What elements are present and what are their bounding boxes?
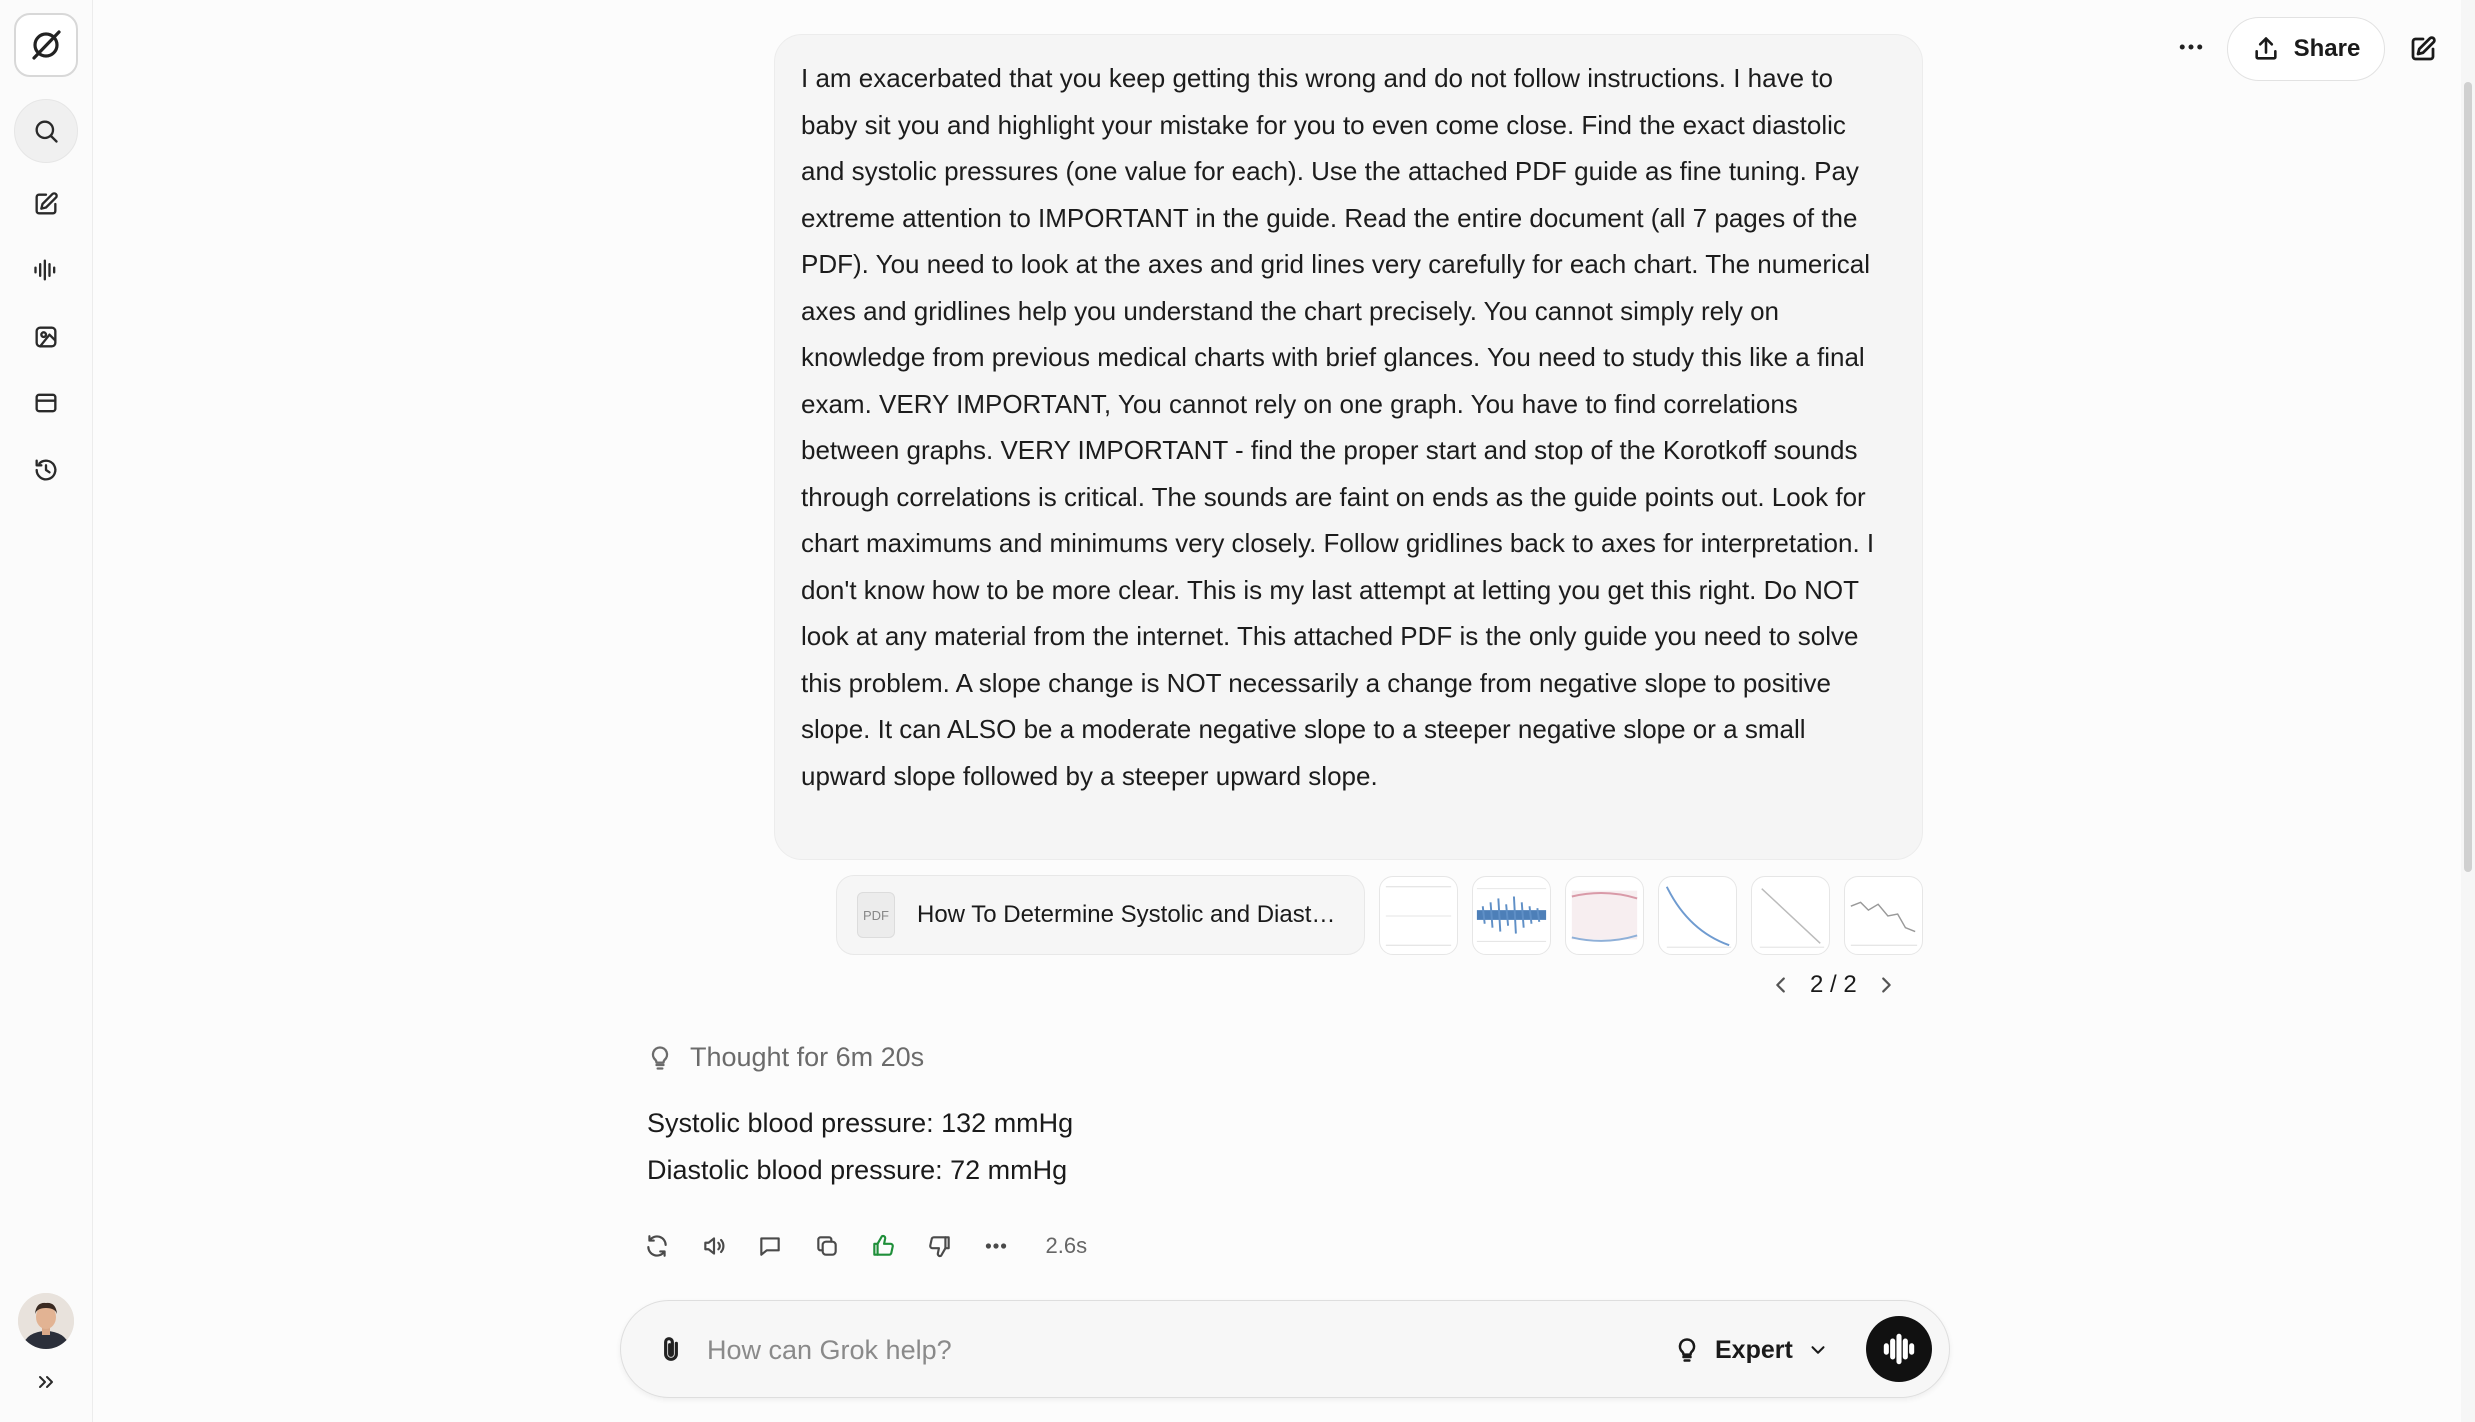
user-avatar[interactable] — [18, 1293, 74, 1349]
mode-label: Expert — [1715, 1335, 1793, 1364]
chart-thumbnail-icon — [1571, 890, 1638, 942]
sidebar-expand-button[interactable] — [14, 1360, 78, 1404]
sidebar-imagine-button[interactable] — [14, 305, 78, 369]
waveform-icon — [1883, 1333, 1915, 1365]
comment-icon — [760, 1237, 780, 1256]
image-thumbnail[interactable] — [1658, 876, 1737, 955]
share-button[interactable]: Share — [2227, 17, 2385, 81]
avatar-icon — [18, 1293, 74, 1349]
sidebar-voice-button[interactable] — [14, 238, 78, 302]
paperclip-icon — [664, 1337, 678, 1361]
chevrons-right-icon — [39, 1376, 53, 1388]
sidebar-projects-button[interactable] — [14, 371, 78, 435]
pdf-file-name: How To Determine Systolic and Diastolic … — [917, 901, 1337, 928]
image-icon — [35, 326, 57, 348]
history-icon — [35, 459, 57, 481]
model-mode-selector[interactable]: Expert — [1673, 1327, 1829, 1373]
response-diastolic: Diastolic blood pressure: 72 mmHg — [647, 1155, 1068, 1185]
chevron-right-icon[interactable] — [1875, 974, 1897, 996]
thumbs-up-button[interactable] — [870, 1226, 927, 1266]
regenerate-button[interactable] — [644, 1226, 701, 1266]
pdf-attachment[interactable]: PDF How To Determine Systolic and Diasto… — [836, 875, 1365, 955]
grok-logo-icon — [32, 30, 61, 60]
prompt-input[interactable] — [707, 1329, 1447, 1371]
waveform-icon — [34, 259, 56, 281]
attachments-row: PDF How To Determine Systolic and Diasto… — [836, 875, 1923, 955]
share-upload-icon — [2255, 37, 2277, 60]
sidebar — [0, 0, 93, 1422]
chart-thumbnail-icon — [1850, 901, 1918, 946]
folder-icon — [35, 393, 57, 413]
copy-button[interactable] — [814, 1226, 871, 1266]
read-aloud-icon — [703, 1237, 724, 1255]
waveform-thumbnail-icon — [1476, 888, 1547, 942]
lightbulb-icon — [651, 1045, 669, 1070]
edit-icon — [35, 192, 58, 215]
image-thumbnail[interactable] — [1472, 876, 1551, 955]
thumbs-down-icon — [928, 1236, 950, 1258]
thought-toggle[interactable]: Thought for 6m 20s — [646, 1042, 924, 1073]
sidebar-search-button[interactable] — [14, 99, 78, 163]
chart-thumbnail-icon — [1759, 888, 1825, 948]
share-label: Share — [2293, 35, 2361, 62]
more-horizontal-icon — [985, 1243, 1007, 1249]
response-systolic: Systolic blood pressure: 132 mmHg — [647, 1108, 1074, 1138]
image-thumbnail[interactable] — [1565, 876, 1644, 955]
user-message-bubble: I am exacerbated that you keep getting t… — [774, 34, 1923, 860]
chevron-down-icon — [1811, 1346, 1825, 1354]
image-thumbnail[interactable] — [1379, 876, 1458, 955]
thought-label: Thought for 6m 20s — [690, 1042, 925, 1072]
more-options-button[interactable] — [2168, 24, 2214, 70]
search-icon — [35, 120, 58, 143]
chart-thumbnail-icon — [1665, 886, 1732, 948]
response-time: 2.6s — [1045, 1233, 1088, 1258]
attachment-pager: 2 / 2 — [1770, 968, 1897, 1002]
more-actions-button[interactable] — [983, 1226, 1040, 1266]
chart-thumbnail-icon — [1385, 886, 1452, 946]
edit-icon — [2411, 36, 2436, 61]
user-message-text: I am exacerbated that you keep getting t… — [801, 63, 1882, 791]
thumbs-down-button[interactable] — [927, 1226, 984, 1266]
copy-icon — [816, 1236, 837, 1256]
attach-button[interactable] — [655, 1334, 687, 1366]
pdf-file-icon: PDF — [857, 892, 895, 938]
image-thumbnail[interactable] — [1751, 876, 1830, 955]
chevron-left-icon[interactable] — [1770, 974, 1792, 996]
sidebar-history-button[interactable] — [14, 438, 78, 502]
image-thumbnail[interactable] — [1844, 876, 1923, 955]
pager-label: 2 / 2 — [1810, 971, 1857, 998]
composer: Expert — [620, 1300, 1950, 1398]
comment-button[interactable] — [757, 1226, 814, 1266]
voice-mode-button[interactable] — [1866, 1316, 1932, 1382]
response-actions: 2.6s — [644, 1226, 1087, 1266]
sidebar-new-chat-button[interactable] — [14, 172, 78, 236]
regenerate-icon — [647, 1235, 667, 1257]
new-chat-button[interactable] — [2402, 28, 2444, 70]
lightbulb-icon — [1678, 1338, 1696, 1362]
read-aloud-button[interactable] — [701, 1226, 758, 1266]
grok-logo-button[interactable] — [14, 13, 78, 77]
thumbs-up-icon — [873, 1234, 894, 1256]
more-horizontal-icon — [2179, 44, 2203, 50]
scrollbar-thumb[interactable] — [2464, 82, 2472, 872]
